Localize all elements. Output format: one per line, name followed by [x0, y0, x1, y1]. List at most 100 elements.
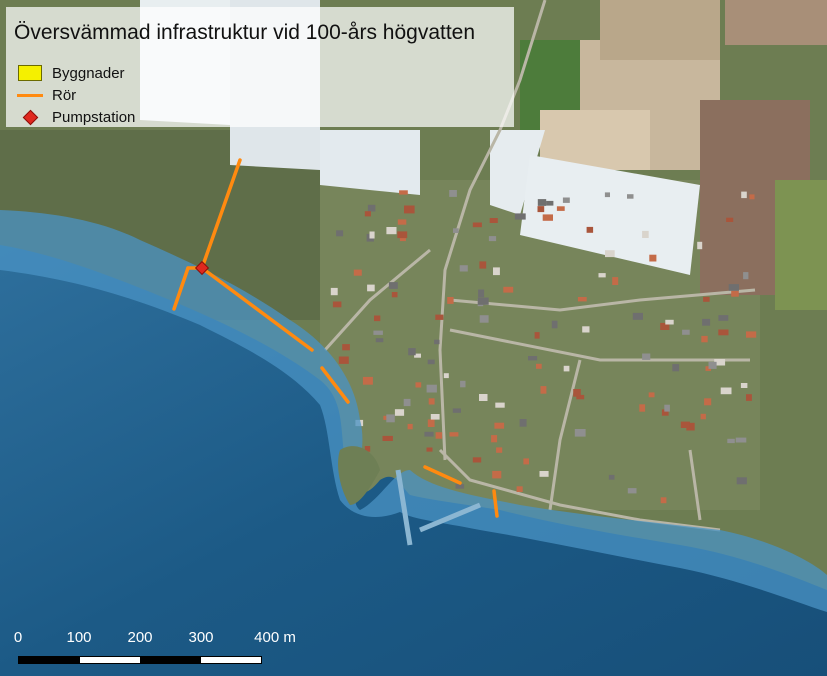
- scale-tick-label: 400 m: [254, 629, 296, 646]
- house-roof: [386, 414, 395, 423]
- house-roof: [455, 484, 465, 489]
- house-roof: [639, 404, 646, 412]
- house-roof: [514, 213, 526, 220]
- house-roof: [399, 190, 408, 195]
- house-roof: [330, 287, 338, 296]
- house-roof: [394, 409, 405, 416]
- house-roof: [495, 402, 505, 408]
- house-roof: [424, 431, 434, 437]
- scale-bar-segments: [18, 656, 262, 664]
- house-roof: [519, 419, 527, 427]
- house-roof: [503, 286, 514, 293]
- house-roof: [720, 387, 732, 395]
- house-roof: [373, 330, 383, 335]
- greenhouse: [320, 130, 420, 195]
- house-roof: [718, 315, 729, 321]
- house-roof: [726, 217, 734, 222]
- field: [775, 180, 827, 310]
- house-roof: [407, 423, 413, 430]
- field: [725, 0, 827, 45]
- house-roof: [415, 382, 422, 388]
- house-roof: [574, 429, 586, 437]
- house-roof: [362, 376, 373, 385]
- house-roof: [627, 194, 634, 199]
- house-roof: [435, 314, 444, 320]
- house-roof: [573, 389, 581, 397]
- building-swatch-icon: [16, 63, 44, 83]
- house-roof: [403, 398, 411, 407]
- map-legend: Översvämmad infrastruktur vid 100-års hö…: [6, 7, 514, 127]
- house-roof: [397, 231, 408, 239]
- house-roof: [374, 315, 381, 322]
- house-roof: [397, 219, 407, 225]
- house-roof: [496, 447, 503, 453]
- house-roof: [367, 204, 376, 212]
- house-roof: [728, 284, 739, 291]
- house-roof: [632, 312, 643, 320]
- house-roof: [430, 414, 440, 420]
- house-roof: [586, 226, 594, 233]
- scale-bar: 0 100 200 300 400 m: [0, 622, 300, 672]
- house-roof: [408, 348, 416, 356]
- house-roof: [534, 332, 540, 339]
- house-roof: [516, 486, 523, 492]
- house-roof: [435, 432, 443, 439]
- house-roof: [537, 199, 547, 206]
- house-roof: [702, 318, 711, 326]
- house-roof: [491, 435, 498, 443]
- house-roof: [672, 364, 680, 372]
- house-roof: [542, 214, 553, 221]
- house-roof: [660, 497, 667, 504]
- house-roof: [391, 292, 398, 298]
- house-roof: [680, 421, 690, 428]
- house-roof: [740, 383, 748, 388]
- house-roof: [494, 422, 505, 429]
- house-roof: [697, 241, 703, 250]
- house-roof: [608, 474, 615, 480]
- house-roof: [604, 192, 610, 198]
- house-roof: [332, 301, 342, 308]
- scale-segment: [19, 657, 80, 663]
- house-roof: [546, 200, 554, 206]
- house-roof: [388, 282, 398, 289]
- house-roof: [434, 339, 440, 345]
- house-roof: [746, 331, 757, 338]
- house-roof: [746, 394, 752, 401]
- house-roof: [364, 211, 371, 217]
- house-roof: [447, 297, 454, 304]
- house-roof: [338, 356, 349, 364]
- house-roof: [649, 254, 657, 262]
- house-roof: [704, 398, 712, 406]
- scale-tick-label: 300: [188, 629, 214, 646]
- house-roof: [426, 384, 437, 393]
- house-roof: [708, 361, 717, 369]
- house-roof: [582, 326, 590, 333]
- house-roof: [472, 222, 482, 228]
- house-roof: [443, 373, 449, 379]
- house-roof: [428, 398, 435, 405]
- house-roof: [478, 289, 485, 298]
- house-roof: [749, 194, 755, 200]
- house-roof: [605, 250, 615, 258]
- house-roof: [537, 206, 545, 213]
- house-roof: [665, 319, 674, 325]
- pump-diamond-icon: [16, 107, 44, 127]
- house-roof: [336, 230, 344, 237]
- scale-segment: [140, 657, 201, 663]
- scale-tick-label: 0: [13, 629, 23, 646]
- house-roof: [477, 297, 489, 305]
- house-roof: [342, 344, 350, 351]
- house-roof: [449, 190, 457, 197]
- house-roof: [479, 261, 487, 269]
- house-roof: [556, 206, 565, 211]
- legend-item-buildings: Byggnader: [16, 63, 125, 83]
- house-roof: [472, 457, 482, 463]
- house-roof: [488, 236, 497, 242]
- house-roof: [718, 329, 729, 336]
- house-roof: [479, 315, 489, 323]
- house-roof: [369, 231, 375, 239]
- map-title: Översvämmad infrastruktur vid 100-års hö…: [14, 21, 476, 44]
- house-roof: [452, 408, 461, 413]
- house-roof: [562, 197, 570, 203]
- scale-segment: [200, 657, 261, 663]
